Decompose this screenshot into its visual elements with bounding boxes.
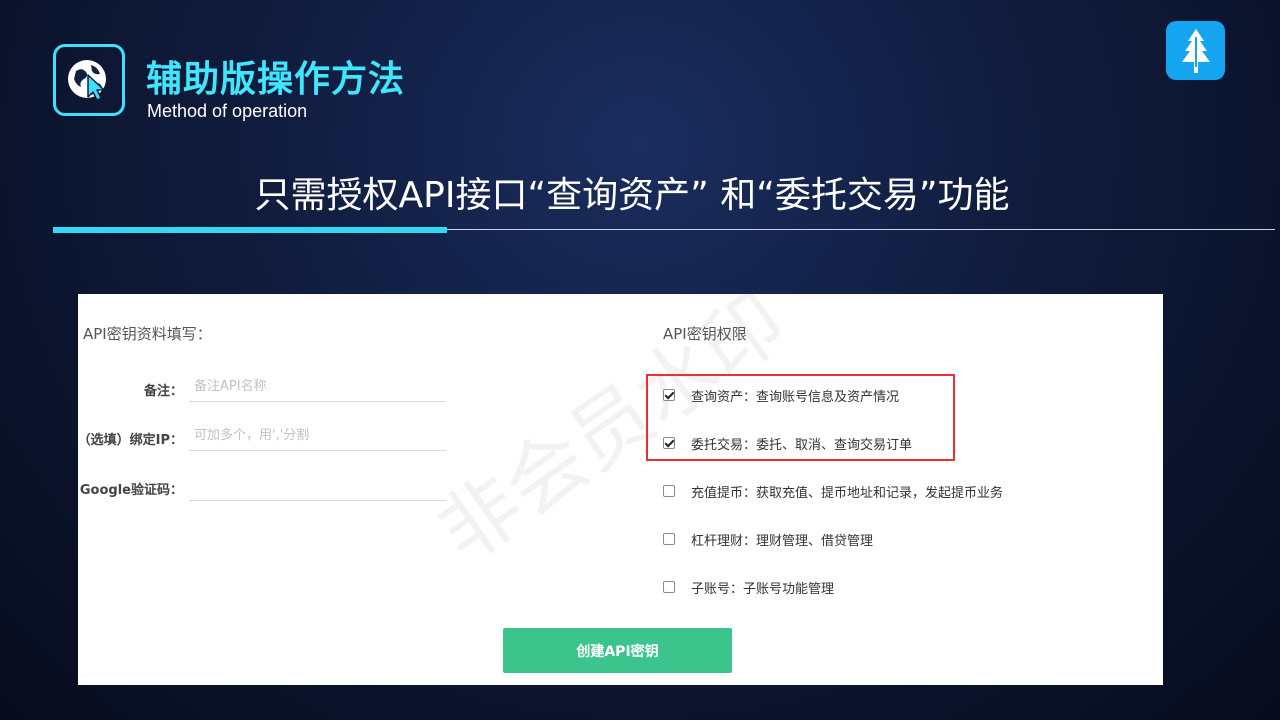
logo-icon [53,44,125,116]
divider-accent [53,227,447,233]
checkbox-sub-account[interactable] [663,581,675,593]
slide-heading: 只需授权API接口“查询资产” 和“委托交易”功能 [254,175,1010,216]
google-code-input[interactable] [189,471,446,501]
checkbox-deposit-withdraw[interactable] [663,485,675,497]
permission-label: 子账号：子账号功能管理 [691,581,835,597]
remark-label: 备注： [143,384,183,399]
page-title: 辅助版操作方法 [146,59,406,100]
globe-cursor-icon [68,60,106,101]
form-section-title: API密钥资料填写： [83,325,212,343]
bind-ip-label: （选填）绑定IP： [78,433,183,448]
permission-label: 充值提币：获取充值、提币地址和记录，发起提币业务 [691,485,1004,501]
permission-margin[interactable]: 杠杆理财：理财管理、借贷管理 [663,529,873,549]
google-code-label: Google验证码： [79,483,183,498]
bind-ip-input[interactable] [189,421,446,451]
remark-input[interactable] [189,372,446,402]
permission-sub-account[interactable]: 子账号：子账号功能管理 [663,577,834,597]
create-api-key-button[interactable]: 创建API密钥 [503,628,732,673]
page-subtitle: Method of operation [147,101,308,121]
permissions-section-title: API密钥权限 [663,325,747,343]
checkbox-margin[interactable] [663,533,675,545]
permission-deposit-withdraw[interactable]: 充值提币：获取充值、提币地址和记录，发起提币业务 [663,481,1003,501]
api-key-panel: 非会员水印 API密钥资料填写： 备注： （选填）绑定IP： Google验证码… [78,294,1163,685]
permission-label: 杠杆理财：理财管理、借贷管理 [691,533,874,549]
highlight-box [646,374,955,461]
pine-tree-icon [1166,21,1225,80]
